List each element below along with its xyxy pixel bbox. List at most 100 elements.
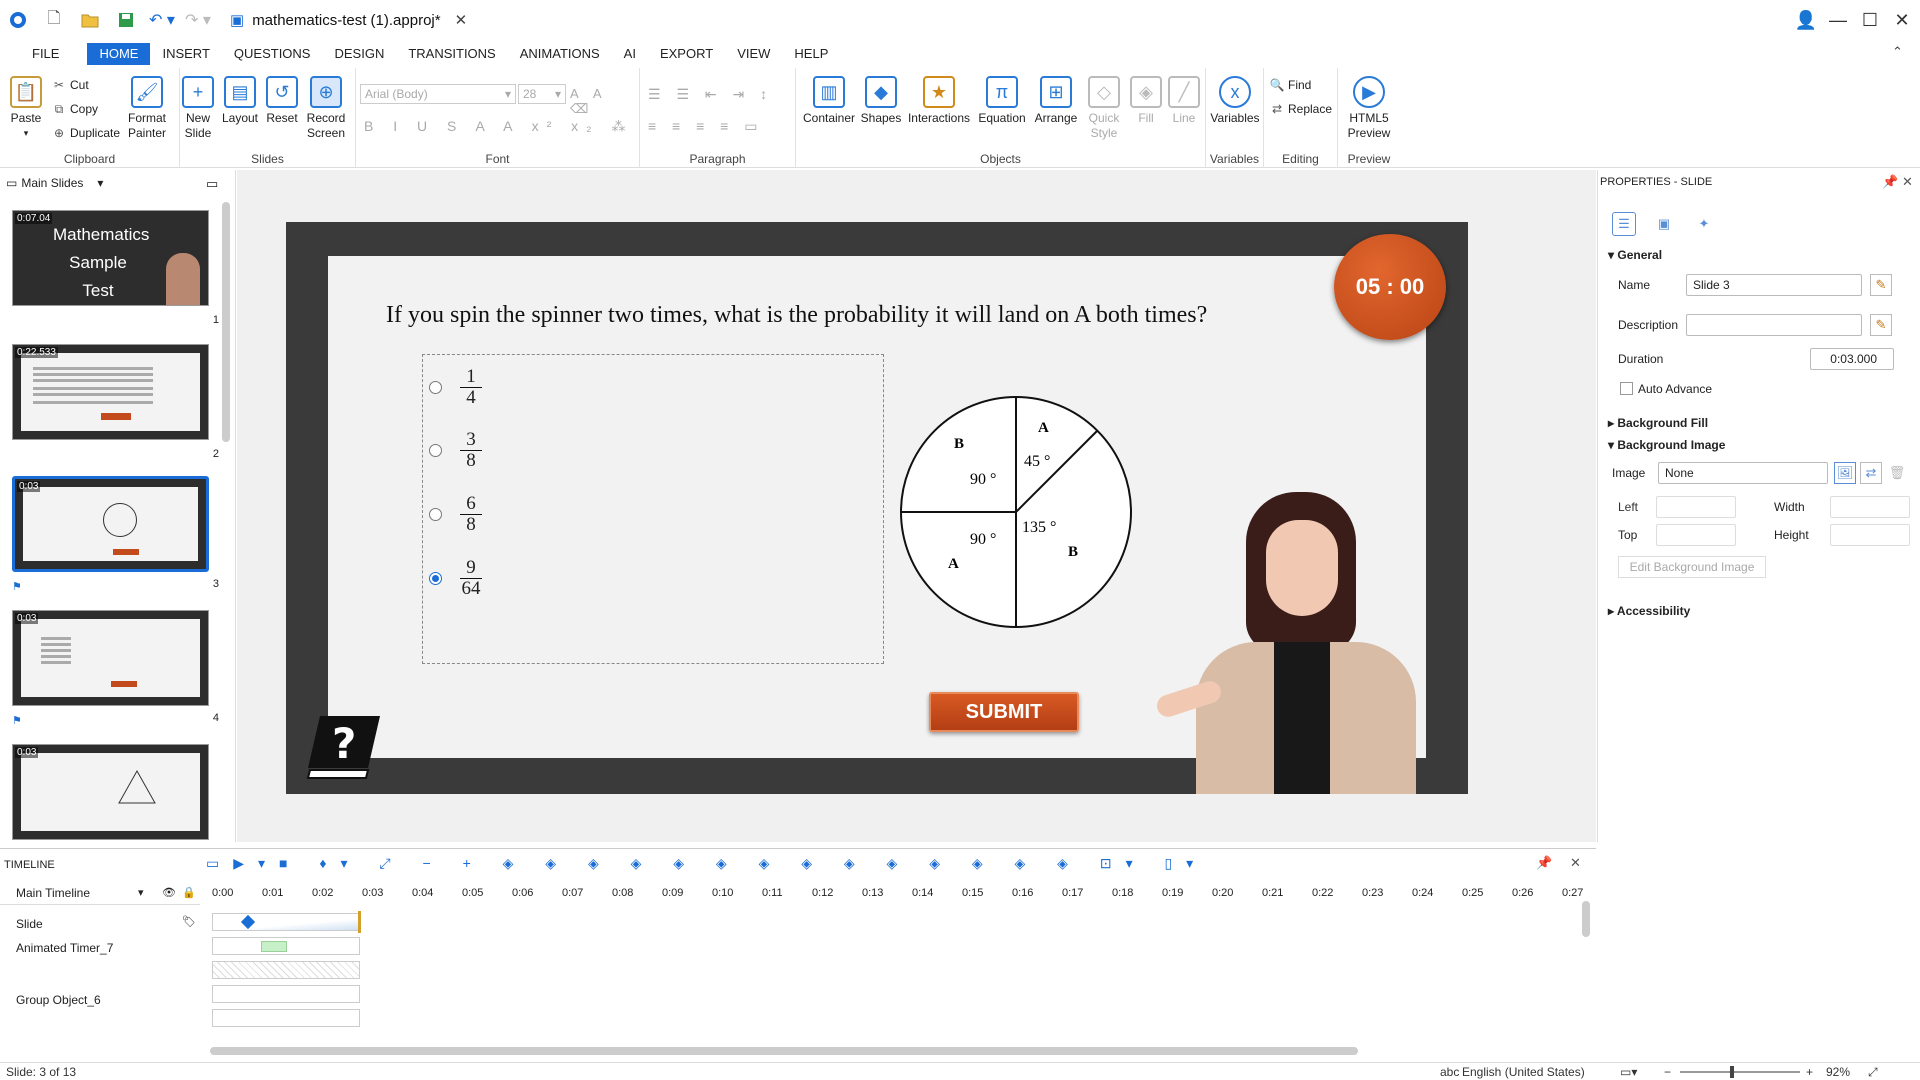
panel-view-icon[interactable]: ▭ bbox=[206, 176, 218, 192]
menu-view[interactable]: VIEW bbox=[725, 43, 782, 65]
tag-icon[interactable]: 🏷 bbox=[182, 915, 196, 928]
track-slide[interactable]: Slide bbox=[16, 917, 43, 931]
keyframe-marker[interactable] bbox=[240, 914, 256, 930]
radio-button-3[interactable] bbox=[429, 507, 442, 521]
copy-button[interactable]: ⧉ Copy bbox=[52, 102, 98, 117]
eye-icon[interactable]: 👁 bbox=[162, 886, 176, 899]
timeline-pin-icon[interactable]: 📌 bbox=[1536, 855, 1552, 871]
pin-icon[interactable]: 📌 bbox=[1882, 174, 1898, 190]
zoom-slider[interactable] bbox=[1680, 1066, 1800, 1078]
main-slides-dropdown[interactable]: ▭ Main Slides ▾ bbox=[6, 176, 103, 190]
option-1[interactable]: 14 bbox=[429, 355, 482, 419]
fill-button[interactable]: ◈ Fill bbox=[1128, 76, 1164, 126]
menu-help[interactable]: HELP bbox=[782, 43, 840, 65]
slide-thumbnail-5[interactable]: 0:03 bbox=[12, 744, 209, 840]
collapse-ribbon-icon[interactable]: ⌃ bbox=[1892, 44, 1903, 60]
spellcheck-icon[interactable]: abc bbox=[1440, 1065, 1459, 1079]
main-timeline-row[interactable]: Main Timeline ▾ 👁 🔒 bbox=[0, 883, 200, 905]
new-file-icon[interactable]: 🗋 bbox=[36, 0, 72, 40]
cut-button[interactable]: ✂ Cut bbox=[52, 78, 89, 92]
background-fill-section[interactable]: ▸ Background Fill bbox=[1608, 416, 1708, 430]
redo-icon[interactable]: ↷ ▾ bbox=[180, 0, 216, 40]
slide-thumbnail-4[interactable]: 0:03 bbox=[12, 610, 209, 706]
edit-background-image-button[interactable]: Edit Background Image bbox=[1618, 556, 1766, 578]
general-section[interactable]: ▾ General bbox=[1608, 248, 1662, 262]
html5-preview-button[interactable]: ▶ HTML5 Preview bbox=[1342, 76, 1396, 141]
container-button[interactable]: ▥ Container bbox=[802, 76, 856, 126]
view-mode-icon[interactable]: ▭▾ bbox=[1620, 1065, 1637, 1079]
save-icon[interactable] bbox=[108, 0, 144, 40]
zoom-in-icon[interactable]: + bbox=[1806, 1065, 1813, 1079]
timeline-close-icon[interactable]: ✕ bbox=[1570, 855, 1581, 871]
align-buttons[interactable]: ≡ ≡ ≡ ≡ ▭ bbox=[648, 118, 763, 135]
format-painter-button[interactable]: 🖌 Format Painter bbox=[128, 76, 166, 141]
fit-to-window-icon[interactable]: ⤢ bbox=[1868, 1065, 1878, 1080]
track-group-object[interactable]: Group Object_6 bbox=[16, 993, 101, 1007]
font-style-buttons[interactable]: B I U S A A x² x₂ ⁂ bbox=[364, 118, 633, 135]
reset-button[interactable]: ↺ Reset bbox=[264, 76, 300, 126]
timeline-horizontal-scrollbar[interactable] bbox=[210, 1047, 1358, 1055]
width-input[interactable] bbox=[1830, 496, 1910, 518]
option-2[interactable]: 38 bbox=[429, 418, 482, 482]
font-size-select[interactable]: 28 ▾ bbox=[518, 84, 566, 104]
slides-scrollbar[interactable] bbox=[222, 202, 230, 442]
record-screen-button[interactable]: ⊕ Record Screen bbox=[304, 76, 348, 141]
menu-insert[interactable]: INSERT bbox=[150, 43, 221, 65]
menu-design[interactable]: DESIGN bbox=[322, 43, 396, 65]
menu-home[interactable]: HOME bbox=[87, 43, 151, 65]
timer-track-bar[interactable] bbox=[212, 937, 360, 955]
browse-image-icon[interactable]: 🖼 bbox=[1834, 462, 1856, 484]
replace-image-icon[interactable]: ⇄ bbox=[1860, 462, 1882, 484]
timer-clip[interactable] bbox=[261, 941, 287, 952]
timeline-vertical-scrollbar[interactable] bbox=[1582, 901, 1590, 937]
slide-thumbnail-3[interactable]: 0:03 bbox=[12, 476, 209, 572]
font-family-select[interactable]: Arial (Body) ▾ bbox=[360, 84, 516, 104]
shapes-button[interactable]: ◆ Shapes bbox=[858, 76, 904, 126]
menu-file[interactable]: FILE bbox=[20, 43, 71, 65]
playhead-end[interactable] bbox=[358, 911, 361, 933]
close-window-icon[interactable]: ✕ bbox=[1876, 0, 1920, 40]
duplicate-button[interactable]: ⊕ Duplicate bbox=[52, 126, 120, 140]
option-3[interactable]: 68 bbox=[429, 482, 482, 546]
document-tab[interactable]: ▣ mathematics-test (1).approj* ✕ bbox=[230, 11, 468, 30]
group-child-track-1[interactable] bbox=[212, 985, 360, 1003]
option-4[interactable]: 9 64 bbox=[429, 546, 482, 610]
close-panel-icon[interactable]: ✕ bbox=[1902, 174, 1913, 190]
replace-button[interactable]: ⇄ Replace bbox=[1270, 102, 1332, 116]
submit-button[interactable]: SUBMIT bbox=[929, 692, 1079, 732]
track-animated-timer[interactable]: Animated Timer_7 bbox=[16, 941, 113, 955]
menu-ai[interactable]: AI bbox=[612, 43, 648, 65]
answer-options-group[interactable]: 14 38 68 9 64 bbox=[422, 354, 884, 664]
layout-button[interactable]: ▤ Layout bbox=[220, 76, 260, 126]
image-input[interactable]: None bbox=[1658, 462, 1828, 484]
timeline-toolbar[interactable]: ▭▶▾■ ♦▾ ⤢ − + ◈ ◈ ◈ ◈ ◈ ◈ ◈ ◈ ◈ ◈ ◈ ◈ ◈ … bbox=[206, 855, 1207, 872]
properties-layout-icon[interactable]: ▣ bbox=[1652, 212, 1676, 236]
accessibility-section[interactable]: ▸ Accessibility bbox=[1608, 604, 1690, 618]
zoom-out-icon[interactable]: − bbox=[1664, 1065, 1671, 1079]
open-folder-icon[interactable] bbox=[72, 0, 108, 40]
lock-icon[interactable]: 🔒 bbox=[182, 886, 196, 899]
radio-button-2[interactable] bbox=[429, 443, 442, 457]
menu-animations[interactable]: ANIMATIONS bbox=[508, 43, 612, 65]
properties-settings-icon[interactable]: ☰ bbox=[1612, 212, 1636, 236]
paste-button[interactable]: 📋 Paste ▾ bbox=[10, 76, 42, 141]
undo-icon[interactable]: ↶ ▾ bbox=[144, 0, 180, 40]
slide-thumbnail-2[interactable]: 0:22.533 bbox=[12, 344, 209, 440]
height-input[interactable] bbox=[1830, 524, 1910, 546]
duration-input[interactable]: 0:03.000 bbox=[1810, 348, 1894, 370]
arrange-button[interactable]: ⊞ Arrange bbox=[1032, 76, 1080, 126]
find-button[interactable]: 🔍 Find bbox=[1270, 78, 1312, 92]
radio-button-1[interactable] bbox=[429, 380, 442, 394]
close-tab-icon[interactable]: ✕ bbox=[455, 11, 468, 29]
name-input[interactable]: Slide 3 bbox=[1686, 274, 1862, 296]
menu-questions[interactable]: QUESTIONS bbox=[222, 43, 323, 65]
interactions-button[interactable]: ★ Interactions bbox=[906, 76, 972, 126]
equation-button[interactable]: π Equation bbox=[974, 76, 1030, 126]
list-buttons[interactable]: ☰ ☰ ⇤ ⇥ ↕ bbox=[648, 86, 773, 103]
line-button[interactable]: ╱ Line bbox=[1166, 76, 1202, 126]
quick-style-button[interactable]: ◇ Quick Style bbox=[1082, 76, 1126, 141]
font-size-buttons[interactable]: A A ⌫ bbox=[570, 86, 639, 117]
auto-advance-checkbox[interactable] bbox=[1620, 382, 1633, 395]
edit-name-icon[interactable]: ✎ bbox=[1870, 274, 1892, 296]
time-ruler[interactable]: 0:00 0:01 0:02 0:03 0:04 0:05 0:06 0:07 0:08 0:09… bbox=[212, 885, 1583, 905]
